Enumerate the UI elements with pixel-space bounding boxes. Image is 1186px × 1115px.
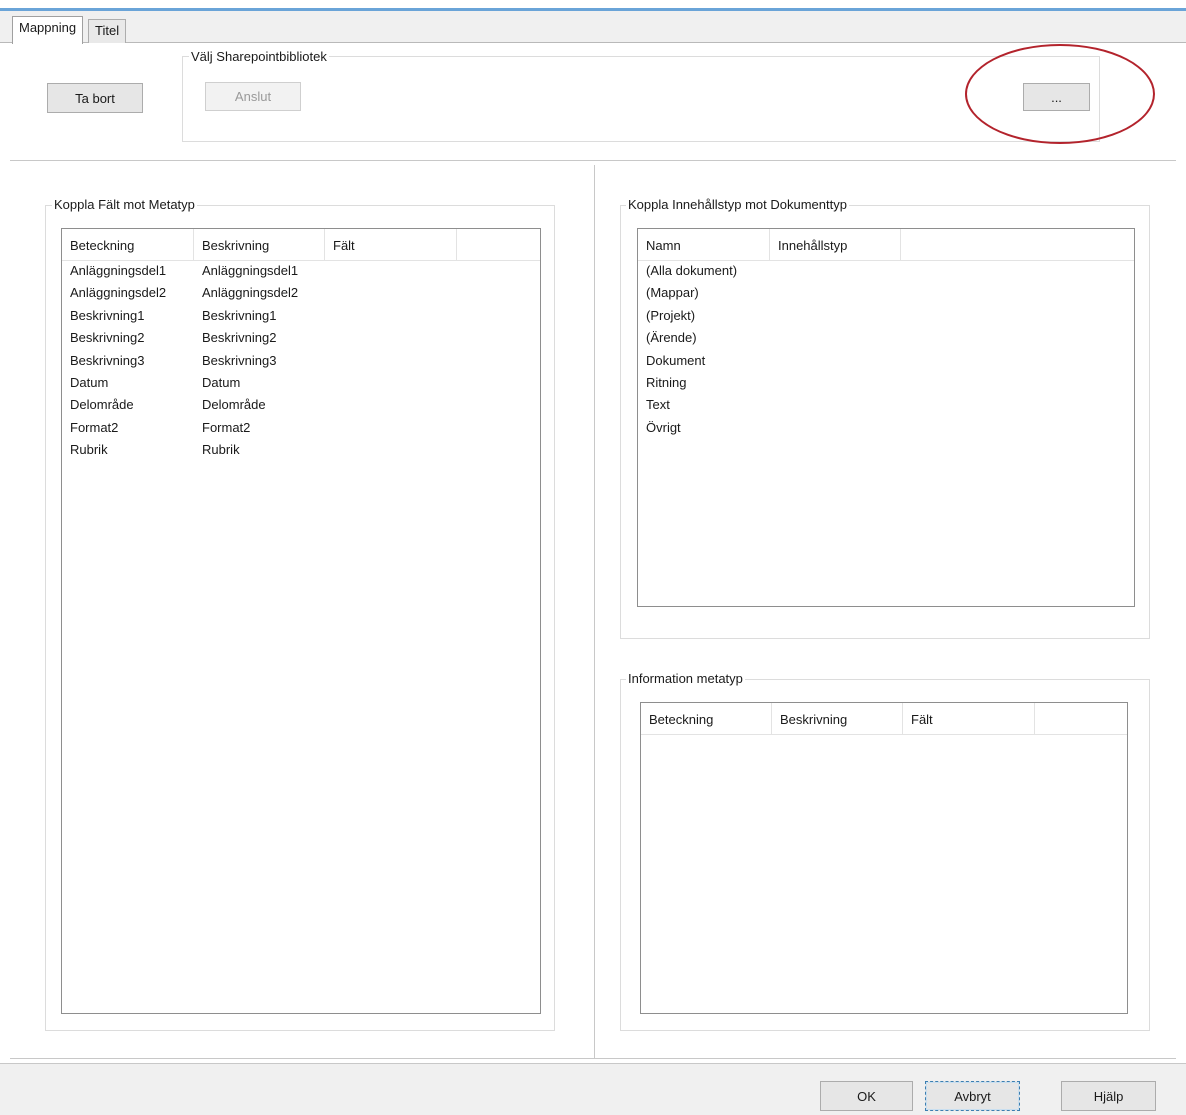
- cell-beteckning: Anläggningsdel1: [70, 263, 167, 278]
- list-item[interactable]: Anläggningsdel1 Anläggningsdel1: [62, 263, 325, 285]
- column-header-beskrivning[interactable]: Beskrivning: [194, 229, 325, 260]
- content-type-list-header: Namn Innehållstyp: [638, 229, 1134, 261]
- cell-beskrivning: Anläggningsdel1: [202, 263, 299, 278]
- column-header-beteckning[interactable]: Beteckning: [641, 703, 772, 734]
- cell-namn: Text: [646, 397, 670, 412]
- list-item[interactable]: Dokument: [638, 353, 705, 375]
- cell-beteckning: Rubrik: [70, 442, 108, 457]
- cell-namn: Dokument: [646, 353, 706, 368]
- fields-list-header: Beteckning Beskrivning Fält: [62, 229, 540, 261]
- list-item[interactable]: Format2 Format2: [62, 420, 325, 442]
- tab-mappning[interactable]: Mappning: [12, 16, 84, 44]
- panel-splitter[interactable]: [594, 165, 595, 1058]
- column-header-innehallstyp[interactable]: Innehållstyp: [770, 229, 901, 260]
- list-item[interactable]: (Projekt): [638, 308, 695, 330]
- highlight-ellipse: [965, 44, 1155, 144]
- ok-button[interactable]: OK: [820, 1081, 913, 1111]
- list-item[interactable]: Text: [638, 397, 670, 419]
- cell-beteckning: Datum: [70, 375, 109, 390]
- cell-beskrivning: Format2: [202, 420, 251, 435]
- column-header-beteckning[interactable]: Beteckning: [62, 229, 194, 260]
- column-header-beskrivning[interactable]: Beskrivning: [772, 703, 903, 734]
- metatype-info-listview[interactable]: Beteckning Beskrivning Fält: [640, 702, 1128, 1014]
- cell-beskrivning: Beskrivning1: [202, 308, 277, 323]
- cell-beteckning: Beskrivning3: [70, 353, 145, 368]
- list-item[interactable]: Delområde Delområde: [62, 397, 325, 419]
- cell-namn: Ritning: [646, 375, 687, 390]
- list-item[interactable]: Beskrivning2 Beskrivning2: [62, 330, 325, 352]
- cell-beskrivning: Delområde: [202, 397, 266, 412]
- cell-beskrivning: Datum: [202, 375, 241, 390]
- list-item[interactable]: (Alla dokument): [638, 263, 737, 285]
- list-item[interactable]: Anläggningsdel2 Anläggningsdel2: [62, 285, 325, 307]
- cell-beteckning: Beskrivning1: [70, 308, 145, 323]
- cell-namn: (Projekt): [646, 308, 696, 323]
- list-item[interactable]: Datum Datum: [62, 375, 325, 397]
- cell-beteckning: Format2: [70, 420, 119, 435]
- content-type-listview[interactable]: Namn Innehållstyp (Alla dokument) (Mappa…: [637, 228, 1135, 607]
- list-item[interactable]: (Ärende): [638, 330, 697, 352]
- list-item[interactable]: Beskrivning1 Beskrivning1: [62, 308, 325, 330]
- list-item[interactable]: Ritning: [638, 375, 686, 397]
- tab-strip: Mappning Titel: [0, 11, 1186, 44]
- tab-titel[interactable]: Titel: [88, 19, 127, 43]
- cell-beteckning: Beskrivning2: [70, 330, 145, 345]
- fields-metatype-group-title: Koppla Fält mot Metatyp: [52, 197, 197, 212]
- cell-beskrivning: Beskrivning2: [202, 330, 277, 345]
- content-type-group-title: Koppla Innehållstyp mot Dokumenttyp: [626, 197, 849, 212]
- list-item[interactable]: Rubrik Rubrik: [62, 442, 325, 464]
- top-divider: [10, 160, 1176, 161]
- cell-namn: Övrigt: [646, 420, 681, 435]
- help-button[interactable]: Hjälp: [1061, 1081, 1156, 1111]
- cell-beteckning: Anläggningsdel2: [70, 285, 167, 300]
- cell-namn: (Alla dokument): [646, 263, 738, 278]
- cell-beskrivning: Anläggningsdel2: [202, 285, 299, 300]
- cell-beskrivning: Rubrik: [202, 442, 240, 457]
- column-header-falt[interactable]: Fält: [325, 229, 457, 260]
- connect-button[interactable]: Anslut: [205, 82, 301, 111]
- metatype-info-list-header: Beteckning Beskrivning Fält: [641, 703, 1127, 735]
- cell-namn: (Mappar): [646, 285, 699, 300]
- sharepoint-library-group: [182, 56, 1100, 142]
- list-item[interactable]: Övrigt: [638, 420, 681, 442]
- cancel-button[interactable]: Avbryt: [925, 1081, 1020, 1111]
- bottom-divider: [10, 1058, 1176, 1059]
- cell-namn: (Ärende): [646, 330, 697, 345]
- metatype-info-group-title: Information metatyp: [626, 671, 745, 686]
- column-header-namn[interactable]: Namn: [638, 229, 770, 260]
- list-item[interactable]: (Mappar): [638, 285, 699, 307]
- cell-beteckning: Delområde: [70, 397, 134, 412]
- cell-beskrivning: Beskrivning3: [202, 353, 277, 368]
- remove-button[interactable]: Ta bort: [47, 83, 143, 113]
- column-header-falt[interactable]: Fält: [903, 703, 1035, 734]
- sharepoint-library-group-title: Välj Sharepointbibliotek: [189, 49, 329, 64]
- fields-listview[interactable]: Beteckning Beskrivning Fält Anläggningsd…: [61, 228, 541, 1014]
- list-item[interactable]: Beskrivning3 Beskrivning3: [62, 353, 325, 375]
